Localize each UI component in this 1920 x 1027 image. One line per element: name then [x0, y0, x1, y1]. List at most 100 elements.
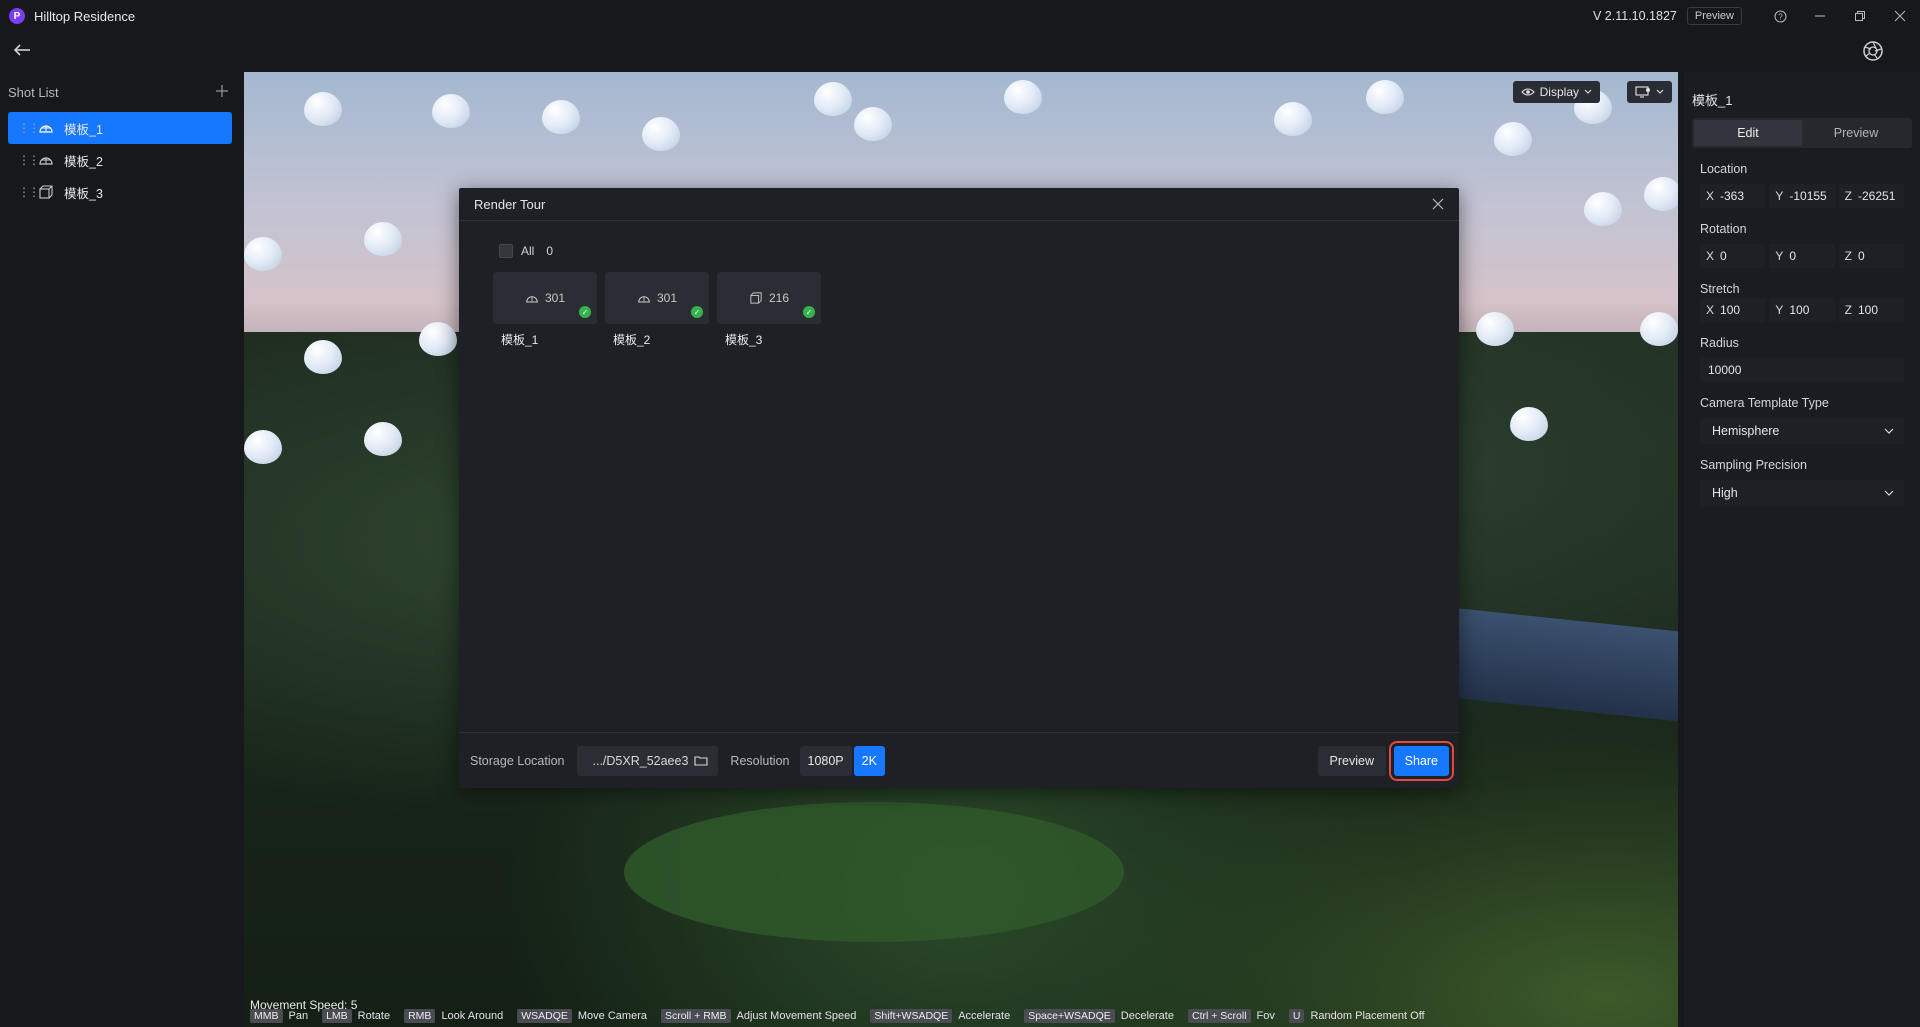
- sampling-select[interactable]: High: [1700, 480, 1904, 506]
- shot-card[interactable]: 301 ✓ 模板_2: [605, 272, 709, 348]
- camera-point-marker: [419, 322, 457, 356]
- check-icon: ✓: [691, 306, 703, 318]
- camera-point-marker: [1644, 177, 1678, 211]
- shot-item-label: 模板_1: [64, 122, 103, 137]
- camera-point-marker: [304, 340, 342, 374]
- camera-point-marker: [432, 94, 470, 128]
- rotation-section: Rotation X0 Y0 Z0: [1692, 222, 1912, 268]
- toolbar: [0, 32, 1920, 72]
- hint-key: Shift+WSADQE: [870, 1009, 953, 1023]
- inspector-tabs: Edit Preview: [1692, 118, 1912, 148]
- location-y-field[interactable]: Y -10155: [1769, 184, 1835, 208]
- drag-handle-icon[interactable]: ⋮⋮: [18, 153, 40, 167]
- render-tour-dialog: Render Tour All 0 301 ✓ 模板_1 301 ✓ 模板_2: [459, 188, 1459, 788]
- inspector-panel: 模板_1 Edit Preview Location X -363 Y -10155…: [1684, 72, 1920, 1027]
- hint-text: Move Camera: [577, 1010, 647, 1022]
- display-dropdown[interactable]: Display: [1512, 81, 1600, 103]
- hint-text: Look Around: [441, 1010, 504, 1022]
- restore-icon[interactable]: [1840, 0, 1880, 32]
- shot-card-label: 模板_2: [613, 333, 651, 347]
- shot-item[interactable]: ⋮⋮ 模板_1: [8, 112, 232, 144]
- preview-button[interactable]: Preview: [1317, 746, 1386, 776]
- aperture-icon[interactable]: [1862, 40, 1886, 64]
- hint-text: Decelerate: [1120, 1010, 1174, 1022]
- camera-type-select[interactable]: Hemisphere: [1700, 418, 1904, 444]
- preview-tag-button[interactable]: Preview: [1686, 7, 1742, 25]
- dialog-title: Render Tour: [474, 196, 546, 212]
- shot-card-count: 216: [768, 291, 790, 305]
- monitor-camera-icon: [1635, 86, 1650, 98]
- location-z-field[interactable]: Z -26251: [1838, 184, 1904, 208]
- shot-card-label: 模板_1: [501, 333, 539, 347]
- help-icon[interactable]: ?: [1760, 0, 1800, 32]
- shot-card-count: 301: [656, 291, 678, 305]
- hint-text: Accelerate: [958, 1010, 1011, 1022]
- shot-card[interactable]: 216 ✓ 模板_3: [717, 272, 821, 348]
- hint-key: RMB: [404, 1009, 436, 1023]
- selected-count: 0: [546, 244, 554, 258]
- stretch-y-field[interactable]: Y 100: [1769, 298, 1835, 322]
- stretch-z-field[interactable]: Z 100: [1838, 298, 1904, 322]
- svg-text:?: ?: [1778, 12, 1783, 21]
- camera-point-marker: [642, 117, 680, 151]
- shot-list-panel: Shot List ⋮⋮ 模板_1 ⋮⋮ 模板_2 ⋮⋮ 模板_3: [0, 72, 240, 1027]
- hint-key: LMB: [322, 1009, 352, 1023]
- shot-item[interactable]: ⋮⋮ 模板_2: [8, 144, 232, 176]
- drag-handle-icon[interactable]: ⋮⋮: [18, 121, 40, 135]
- resolution-2k-button[interactable]: 2K: [853, 745, 885, 776]
- shot-item[interactable]: ⋮⋮ 模板_3: [8, 176, 232, 208]
- app-title: Hilltop Residence: [34, 8, 136, 24]
- hemisphere-icon: [38, 153, 54, 167]
- share-button[interactable]: Share: [1388, 741, 1455, 781]
- rotation-z-field[interactable]: Z0: [1838, 244, 1904, 268]
- rotation-x-field[interactable]: X0: [1700, 244, 1766, 268]
- location-x-field[interactable]: X -363: [1700, 184, 1766, 208]
- drag-handle-icon[interactable]: ⋮⋮: [18, 185, 40, 199]
- camera-point-marker: [244, 430, 282, 464]
- camera-point-marker: [1366, 80, 1404, 114]
- minimize-icon[interactable]: [1800, 0, 1840, 32]
- hint-text: Rotate: [357, 1010, 391, 1022]
- camera-point-marker: [304, 92, 342, 126]
- radius-section: Radius 10000: [1692, 336, 1912, 382]
- back-arrow-icon[interactable]: [12, 40, 36, 64]
- tab-preview[interactable]: Preview: [1802, 120, 1910, 146]
- tab-edit[interactable]: Edit: [1694, 120, 1802, 146]
- radius-label: Radius: [1700, 336, 1739, 350]
- camera-point-marker: [364, 422, 402, 456]
- storage-location-button[interactable]: .../D5XR_52aee3: [576, 745, 719, 776]
- add-shot-icon[interactable]: [212, 81, 232, 104]
- sampling-section: Sampling Precision High: [1692, 458, 1912, 506]
- hint-text: Random Placement Off: [1310, 1010, 1425, 1022]
- hint-key: Ctrl + Scroll: [1187, 1009, 1251, 1023]
- close-window-icon[interactable]: [1880, 0, 1920, 32]
- hemisphere-icon: [38, 121, 54, 135]
- hint-key: WSADQE: [517, 1009, 572, 1023]
- sampling-label: Sampling Precision: [1700, 458, 1807, 472]
- version-label: V 2.11.10.1827: [1593, 9, 1677, 23]
- eye-icon: [1520, 88, 1535, 96]
- camera-point-marker: [1640, 312, 1678, 346]
- lawn-scenery: [624, 802, 1124, 942]
- rotation-y-field[interactable]: Y0: [1769, 244, 1835, 268]
- shot-card[interactable]: 301 ✓ 模板_1: [493, 272, 597, 348]
- shot-list-title: Shot List: [8, 84, 59, 100]
- resolution-1080p-button[interactable]: 1080P: [799, 745, 852, 776]
- radius-field[interactable]: 10000: [1700, 358, 1904, 382]
- hint-text: Pan: [288, 1010, 309, 1022]
- chevron-down-icon: [1884, 490, 1894, 496]
- camera-type-section: Camera Template Type Hemisphere: [1692, 396, 1912, 444]
- camera-point-marker: [854, 107, 892, 141]
- folder-icon: [694, 756, 708, 766]
- stretch-section: Stretch X 100 Y 100 Z 100: [1692, 282, 1912, 322]
- camera-point-marker: [1494, 122, 1532, 156]
- camera-view-dropdown[interactable]: [1627, 81, 1672, 103]
- camera-point-marker: [542, 100, 580, 134]
- select-all-checkbox[interactable]: [499, 244, 513, 258]
- camera-type-label: Camera Template Type: [1700, 396, 1829, 410]
- stretch-x-field[interactable]: X 100: [1700, 298, 1766, 322]
- hint-key: Space+WSADQE: [1024, 1009, 1115, 1023]
- camera-point-marker: [814, 82, 852, 116]
- close-icon[interactable]: [1432, 194, 1444, 215]
- storage-path: .../D5XR_52aee3: [592, 753, 689, 768]
